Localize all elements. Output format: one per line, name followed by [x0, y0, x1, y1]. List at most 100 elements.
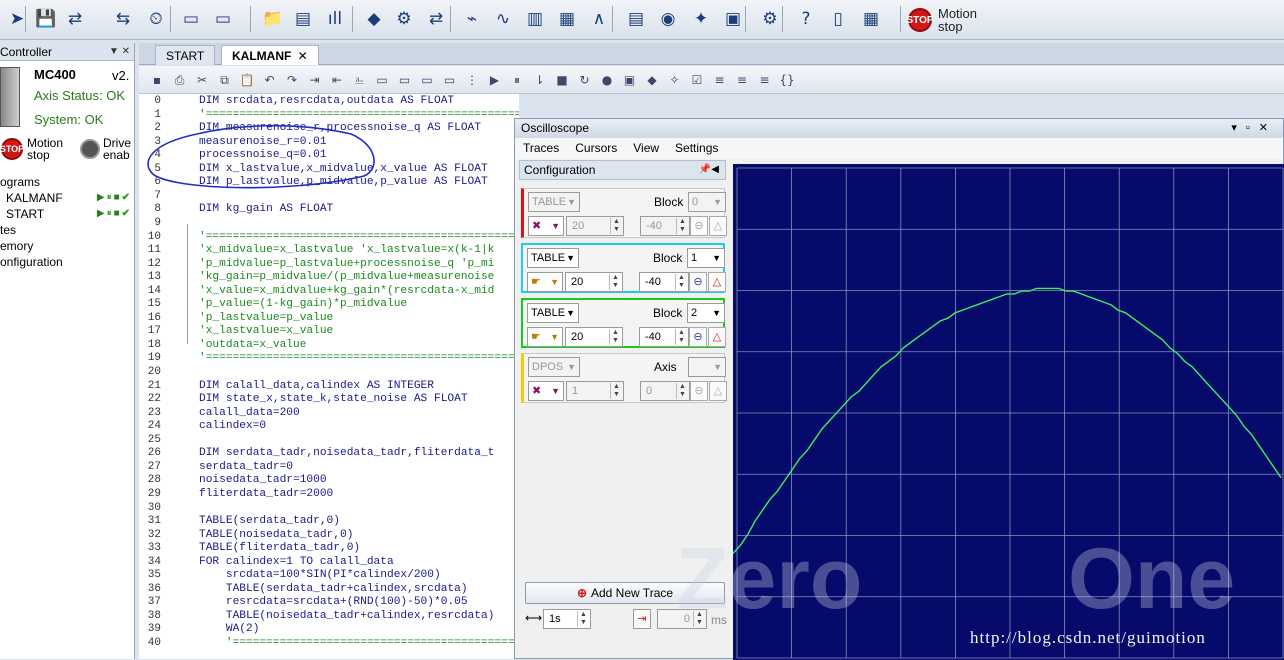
run-arrow-icon[interactable]: ➤ — [4, 6, 30, 32]
editor-tool-icon[interactable]: ☑ — [689, 72, 705, 88]
trace-source-select[interactable]: TABLE ▼ — [527, 248, 579, 268]
tree-item[interactable]: ograms — [0, 174, 135, 190]
vr-icon[interactable]: ◉ — [655, 6, 681, 32]
editor-tool-icon[interactable]: ✂ — [194, 72, 210, 88]
drive-enable-button[interactable]: Drive enab — [80, 137, 131, 161]
editor-tool-icon[interactable]: ▭ — [374, 72, 390, 88]
trace-style-select[interactable]: ✖ ▼ — [528, 381, 564, 401]
axis-icon[interactable]: ✦ — [688, 6, 714, 32]
app-icon[interactable]: ▦ — [858, 6, 884, 32]
editor-tool-icon[interactable]: ≡ — [712, 72, 728, 88]
transfer-icon[interactable]: ⇆ — [110, 6, 136, 32]
spinner-arrows-icon[interactable]: ▲ ▼ — [676, 383, 688, 399]
code-editor[interactable]: 0 DIM srcdata,resrcdata,outdata AS FLOAT 1… — [139, 94, 519, 659]
menu-settings[interactable]: Settings — [675, 138, 718, 159]
trace-offset-spinner[interactable]: -40 ▲ ▼ — [639, 327, 689, 347]
spinner-arrows-icon[interactable]: ▲ ▼ — [609, 274, 621, 290]
timebase-spinner[interactable]: 1s ▲ ▼ — [543, 609, 591, 629]
green-bars-icon[interactable]: ▦ — [554, 6, 580, 32]
chart-bars-icon[interactable]: ıll — [322, 6, 348, 32]
spinner-arrows-icon[interactable]: ▲ ▼ — [675, 274, 687, 290]
trace-trigger-icon[interactable]: △ — [709, 381, 727, 401]
editor-tool-icon[interactable]: ⎙ — [172, 72, 188, 88]
gear-icon[interactable]: ⚙ — [757, 6, 783, 32]
spinner-arrows-icon[interactable]: ▲ ▼ — [675, 329, 687, 345]
menu-traces[interactable]: Traces — [523, 138, 559, 159]
tab-kalmanf[interactable]: KALMANF ✕ — [221, 45, 319, 65]
trace-scale-spinner[interactable]: 1 ▲ ▼ — [566, 381, 624, 401]
spinner-arrows-icon[interactable]: ▲ ▼ — [610, 218, 622, 234]
terminal-icon[interactable]: ▭ — [178, 6, 204, 32]
trace-offset-spinner[interactable]: 0 ▲ ▼ — [640, 381, 690, 401]
editor-tool-icon[interactable]: ▪ — [149, 72, 165, 88]
clock-icon[interactable]: ⏲ — [143, 6, 169, 32]
editor-tool-icon[interactable]: ▭ — [397, 72, 413, 88]
trace-trigger-icon[interactable]: △ — [708, 327, 726, 347]
files-icon[interactable]: ▤ — [290, 6, 316, 32]
network-icon[interactable]: ⇄ — [423, 6, 449, 32]
trace-scale-spinner[interactable]: 20 ▲ ▼ — [566, 216, 624, 236]
editor-tool-icon[interactable]: ⏸ — [509, 72, 525, 88]
menu-view[interactable]: View — [633, 138, 659, 159]
editor-tool-icon[interactable]: ✧ — [667, 72, 683, 88]
trace-cursor-icon[interactable]: ⊖ — [690, 216, 708, 236]
scope-wave-icon[interactable]: ∿ — [490, 6, 516, 32]
pin-icon[interactable]: 📌◀ — [699, 161, 719, 179]
spinner-arrows-icon[interactable]: ▲ ▼ — [577, 611, 589, 627]
menu-cursors[interactable]: Cursors — [575, 138, 617, 159]
tree-item[interactable]: KALMANF ▶⏸■✔ — [0, 190, 135, 206]
trace-trigger-icon[interactable]: △ — [709, 216, 727, 236]
editor-tool-icon[interactable]: ≡ — [734, 72, 750, 88]
columns-icon[interactable]: ▥ — [522, 6, 548, 32]
spinner-arrows-icon[interactable]: ▲ ▼ — [609, 329, 621, 345]
trace-source-select[interactable]: TABLE ▼ — [527, 303, 579, 323]
tree-item[interactable]: onfiguration — [0, 254, 135, 270]
trace-scale-spinner[interactable]: 20 ▲ ▼ — [565, 272, 623, 292]
editor-tool-icon[interactable]: ▶ — [487, 72, 503, 88]
cube-icon[interactable]: ◆ — [361, 6, 387, 32]
editor-tool-icon[interactable]: ■ — [554, 72, 570, 88]
doc-icon[interactable]: ▯ — [825, 6, 851, 32]
program-controls-icon[interactable]: ▶⏸■✔ — [97, 190, 132, 206]
save-icon[interactable]: 💾 — [33, 6, 59, 32]
trace-cursor-icon[interactable]: ⊖ — [690, 381, 708, 401]
trace-style-select[interactable]: ✖ ▼ — [528, 216, 564, 236]
trace-block-select[interactable]: 1 ▼ — [687, 248, 725, 268]
display-icon[interactable]: ▣ — [720, 6, 746, 32]
trace-cursor-icon[interactable]: ⊖ — [689, 327, 707, 347]
trace-offset-spinner[interactable]: -40 ▲ ▼ — [640, 216, 690, 236]
editor-tool-icon[interactable]: ⎁ — [352, 72, 368, 88]
editor-tool-icon[interactable]: ⋮ — [464, 72, 480, 88]
trace-cursor-icon[interactable]: ⊖ — [689, 272, 707, 292]
editor-tool-icon[interactable]: ◆ — [644, 72, 660, 88]
editor-tool-icon[interactable]: ↷ — [284, 72, 300, 88]
trace-scale-spinner[interactable]: 20 ▲ ▼ — [565, 327, 623, 347]
editor-tool-icon[interactable]: ⧉ — [217, 72, 233, 88]
trace-offset-spinner[interactable]: -40 ▲ ▼ — [639, 272, 689, 292]
window-icon[interactable]: ▭ — [210, 6, 236, 32]
table-icon[interactable]: ▤ — [623, 6, 649, 32]
bell-curve-icon[interactable]: ∧ — [586, 6, 612, 32]
program-controls-icon[interactable]: ▶⏸■✔ — [97, 206, 132, 222]
spinner-arrows-icon[interactable]: ▲ ▼ — [676, 218, 688, 234]
editor-tool-icon[interactable]: ≡ — [757, 72, 773, 88]
editor-tool-icon[interactable]: ⇂ — [532, 72, 548, 88]
editor-tool-icon[interactable]: ↻ — [577, 72, 593, 88]
tree-item[interactable]: tes — [0, 222, 135, 238]
close-icon[interactable]: ✕ — [298, 49, 308, 63]
editor-tool-icon[interactable]: {} — [779, 72, 795, 88]
trace-block-select[interactable]: 0 ▼ — [688, 192, 726, 212]
editor-tool-icon[interactable]: ▭ — [442, 72, 458, 88]
panel-controls-icon[interactable]: ▼ ✕ — [109, 43, 130, 61]
scope-icon[interactable]: ⌁ — [459, 6, 485, 32]
connect-icon[interactable]: ⇄ — [62, 6, 88, 32]
editor-tool-icon[interactable]: ↶ — [262, 72, 278, 88]
editor-tool-icon[interactable]: 📋 — [239, 72, 255, 88]
trigger-icon[interactable]: ⇥ — [633, 609, 651, 629]
tree-item[interactable]: START ▶⏸■✔ — [0, 206, 135, 222]
trace-source-select[interactable]: TABLE ▼ — [528, 192, 580, 212]
project-icon[interactable]: 📁 — [260, 6, 286, 32]
window-controls-icon[interactable]: ▾▫✕ — [1231, 119, 1277, 138]
trace-style-select[interactable]: ☛ ▼ — [527, 327, 563, 347]
trace-style-select[interactable]: ☛ ▼ — [527, 272, 563, 292]
